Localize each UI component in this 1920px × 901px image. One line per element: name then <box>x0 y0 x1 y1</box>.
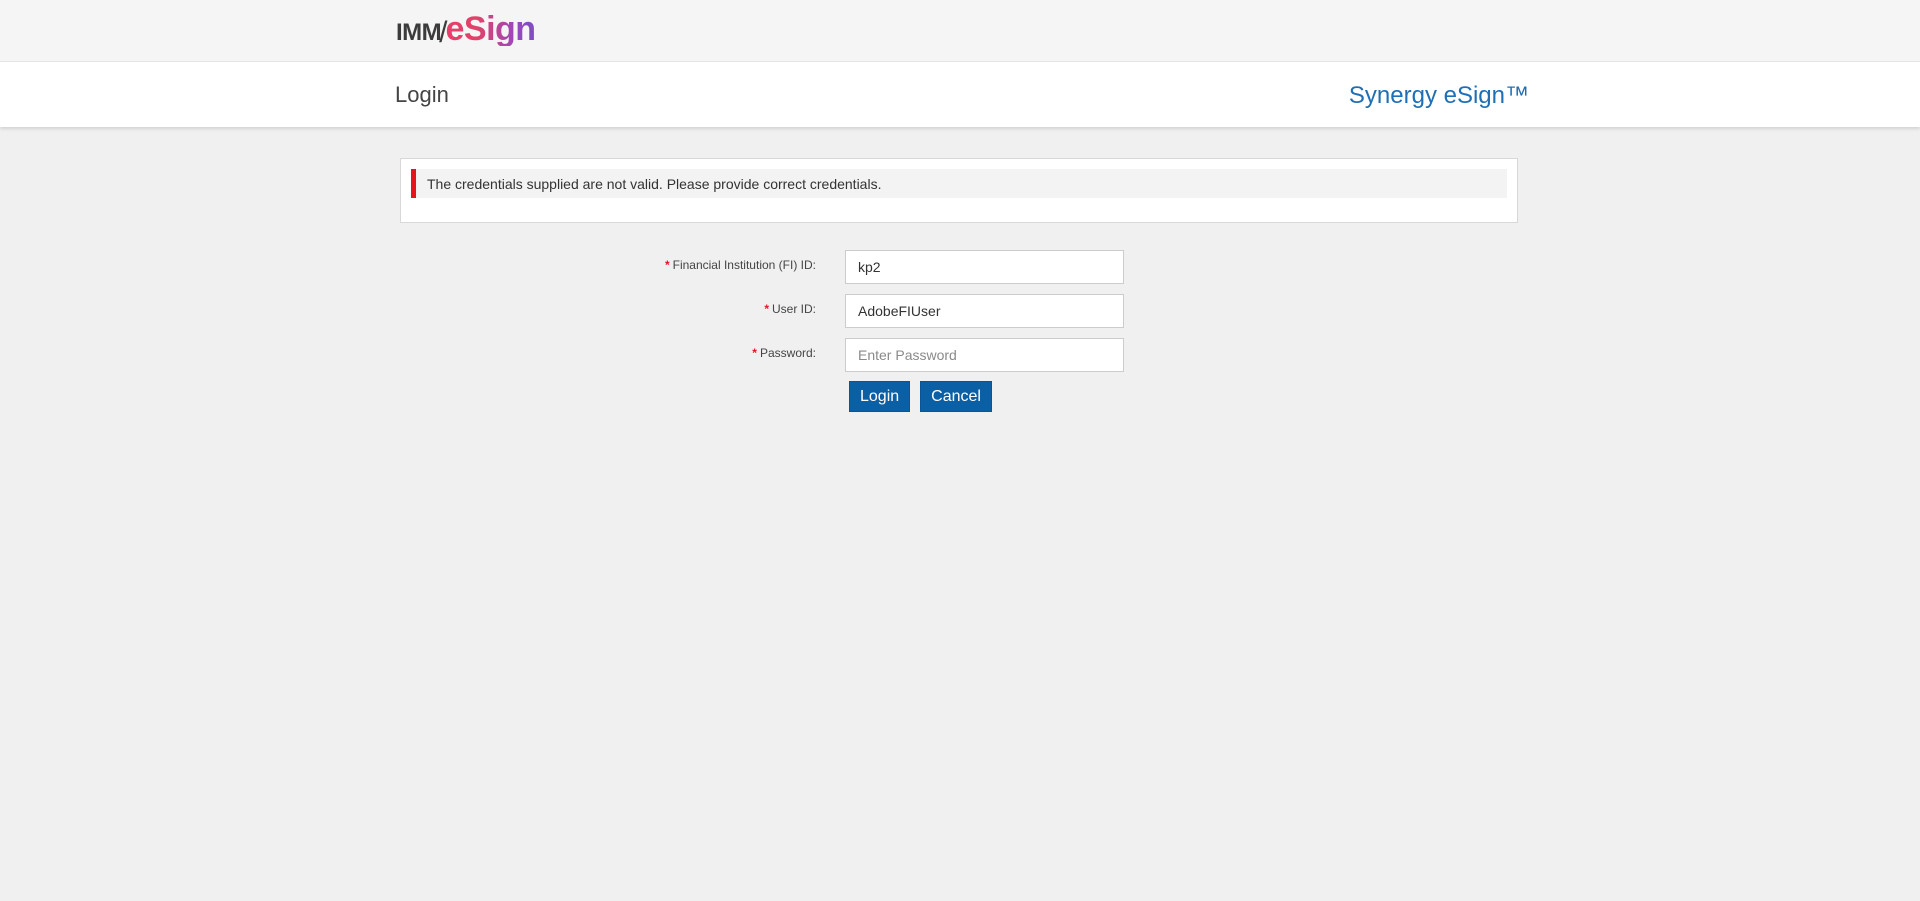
required-marker: * <box>752 346 757 360</box>
fi-id-input[interactable] <box>845 250 1124 284</box>
password-label-text: Password: <box>759 346 816 360</box>
user-id-label-text: User ID: <box>771 302 816 316</box>
required-marker: * <box>764 302 769 316</box>
page-title: Login <box>395 82 449 107</box>
password-input[interactable] <box>845 338 1124 372</box>
fi-id-label: * Financial Institution (FI) ID: <box>665 258 816 272</box>
required-marker: * <box>664 258 670 272</box>
login-button[interactable]: Login <box>849 381 911 412</box>
user-id-input[interactable] <box>845 294 1124 328</box>
product-name: Synergy eSign™ <box>1348 82 1529 109</box>
logo-slash: / <box>439 16 448 49</box>
page-header: Login Synergy eSign™ <box>0 62 1920 127</box>
password-label: * Password: <box>752 346 816 360</box>
user-id-label: * User ID: <box>764 302 816 316</box>
error-alert-message: The credentials supplied are not valid. … <box>427 175 882 192</box>
error-alert-message-bar: The credentials supplied are not valid. … <box>411 169 1507 198</box>
fi-id-label-text: Financial Institution (FI) ID: <box>672 258 816 272</box>
error-alert: The credentials supplied are not valid. … <box>400 158 1518 223</box>
cancel-button[interactable]: Cancel <box>920 381 992 412</box>
imm-esign-logo[interactable]: IMM / eSign <box>396 12 536 52</box>
top-bar: IMM / eSign <box>0 0 1920 62</box>
logo-esign-text: eSign <box>445 10 537 48</box>
user-id-row: * User ID: <box>0 294 1920 328</box>
fi-id-row: * Financial Institution (FI) ID: <box>0 250 1920 284</box>
form-actions: Login Cancel <box>849 381 1002 412</box>
password-row: * Password: <box>0 338 1920 372</box>
logo-imm-text: IMM <box>396 19 442 46</box>
